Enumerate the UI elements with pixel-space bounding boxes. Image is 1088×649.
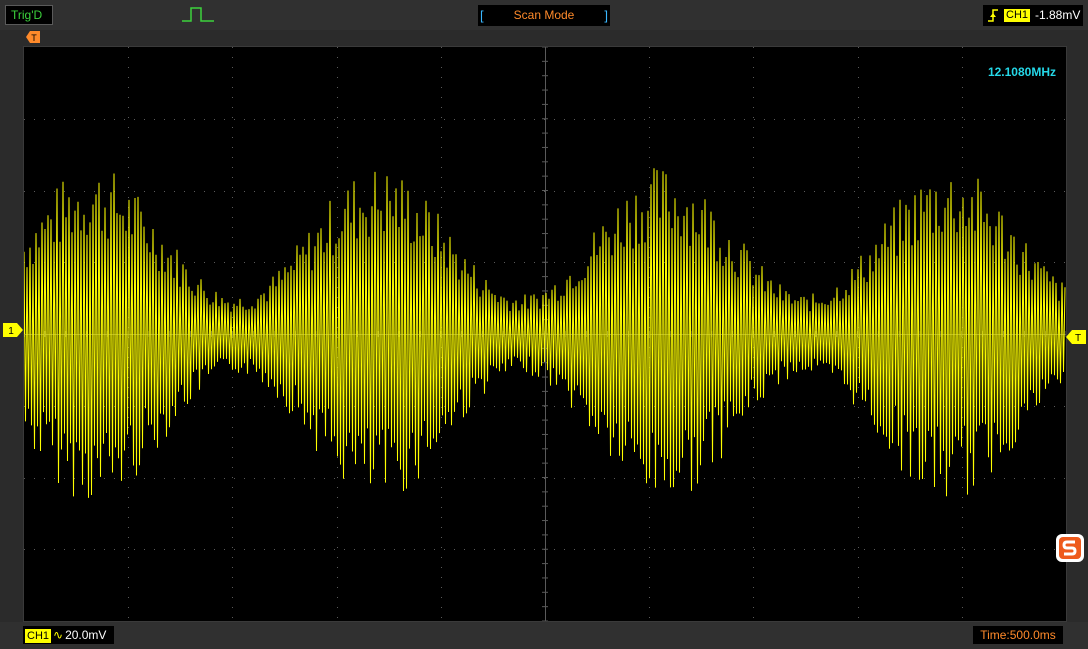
channel-scale-readout[interactable]: CH1 ∿ 20.0mV (23, 626, 115, 644)
waveform-display[interactable]: 12.1080MHz (23, 46, 1067, 622)
channel-badge: CH1 (25, 629, 52, 643)
mode-bracket-right: ] (604, 8, 608, 23)
trigger-info[interactable]: CH1 -1.88mV (983, 5, 1083, 26)
s-logo-icon (1056, 534, 1084, 562)
time-marker-label: T (31, 33, 37, 43)
trigger-marker-label: T (1075, 333, 1081, 344)
bottom-status-bar: CH1 ∿ 20.0mV Time:500.0ms (0, 622, 1088, 649)
volts-per-div: 20.0mV (65, 628, 107, 642)
ac-coupling-icon: ∿ (53, 628, 64, 642)
pulse-icon (182, 7, 214, 22)
mode-bracket-left: [ (480, 8, 484, 23)
acquisition-mode-button[interactable]: [ Scan Mode ] (478, 5, 610, 26)
time-position-marker[interactable]: T (26, 31, 40, 43)
oscilloscope-window: Trig'D [ Scan Mode ] CH1 -1.88mV T 12.10… (0, 0, 1088, 649)
mode-label: Scan Mode (513, 8, 575, 22)
waveform-canvas (24, 47, 1066, 621)
trigger-channel-badge: CH1 (1004, 9, 1031, 22)
channel1-offset-marker[interactable]: 1 (3, 323, 23, 337)
rising-edge-icon (988, 9, 998, 22)
trigger-status: Trig'D (5, 5, 53, 25)
timebase-readout[interactable]: Time:500.0ms (973, 626, 1063, 644)
channel-marker-label: 1 (8, 326, 14, 337)
frequency-readout: 12.1080MHz (987, 65, 1056, 79)
trigger-level-marker[interactable]: T (1066, 330, 1086, 344)
top-status-bar: Trig'D [ Scan Mode ] CH1 -1.88mV (0, 0, 1088, 30)
trigger-level: -1.88mV (1035, 8, 1081, 22)
